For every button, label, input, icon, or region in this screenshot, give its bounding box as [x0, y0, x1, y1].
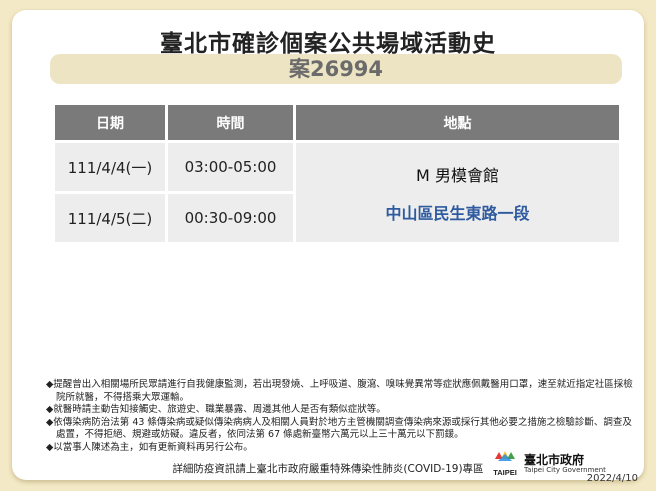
footer-text: 詳細防疫資訊請上臺北市政府嚴重特殊傳染性肺炎(COVID-19)專區: [172, 463, 484, 475]
header-date: 日期: [55, 105, 165, 140]
page-title: 臺北市確診個案公共場域活動史: [160, 31, 496, 57]
header-time: 時間: [168, 105, 293, 140]
cell-location: M 男模會館 中山區民生東路一段: [296, 143, 619, 242]
table-header-row: 日期 時間 地點: [55, 105, 619, 140]
publish-date: 2022/4/10: [586, 473, 638, 484]
header-location: 地點: [296, 105, 619, 140]
notes-list: ◆提醒曾出入相關場所民眾請進行自我健康監測，若出現發燒、上呼吸道、腹瀉、嗅味覺異…: [46, 379, 636, 455]
cell-date: 111/4/4(一): [55, 143, 165, 191]
activity-table: 日期 時間 地點 111/4/4(一) 03:00-05:00 M 男模會館 中…: [52, 102, 622, 245]
cell-time: 00:30-09:00: [168, 194, 293, 242]
note-item: ◆依傳染病防治法第 43 條傳染病或疑似傳染病病人及相關人員對於地方主管機關調查…: [46, 416, 632, 441]
place-address: 中山區民生東路一段: [385, 203, 530, 223]
note-item: ◆提醒曾出入相關場所民眾請進行自我健康監測，若出現發燒、上呼吸道、腹瀉、嗅味覺異…: [46, 379, 633, 403]
place-name: M 男模會館: [416, 165, 499, 185]
note-item: ◆就醫時請主動告知接觸史、旅遊史、職業暴露、周邊其他人是否有類似症狀等。: [46, 404, 386, 416]
cell-time: 03:00-05:00: [168, 143, 293, 191]
info-card: 臺北市確診個案公共場域活動史 案26994 日期 時間 地點 111/4/4(一…: [12, 10, 644, 480]
cell-date: 111/4/5(二): [55, 194, 165, 242]
table-row: 111/4/4(一) 03:00-05:00 M 男模會館 中山區民生東路一段: [55, 143, 619, 242]
case-number-banner: 案26994: [50, 54, 622, 84]
